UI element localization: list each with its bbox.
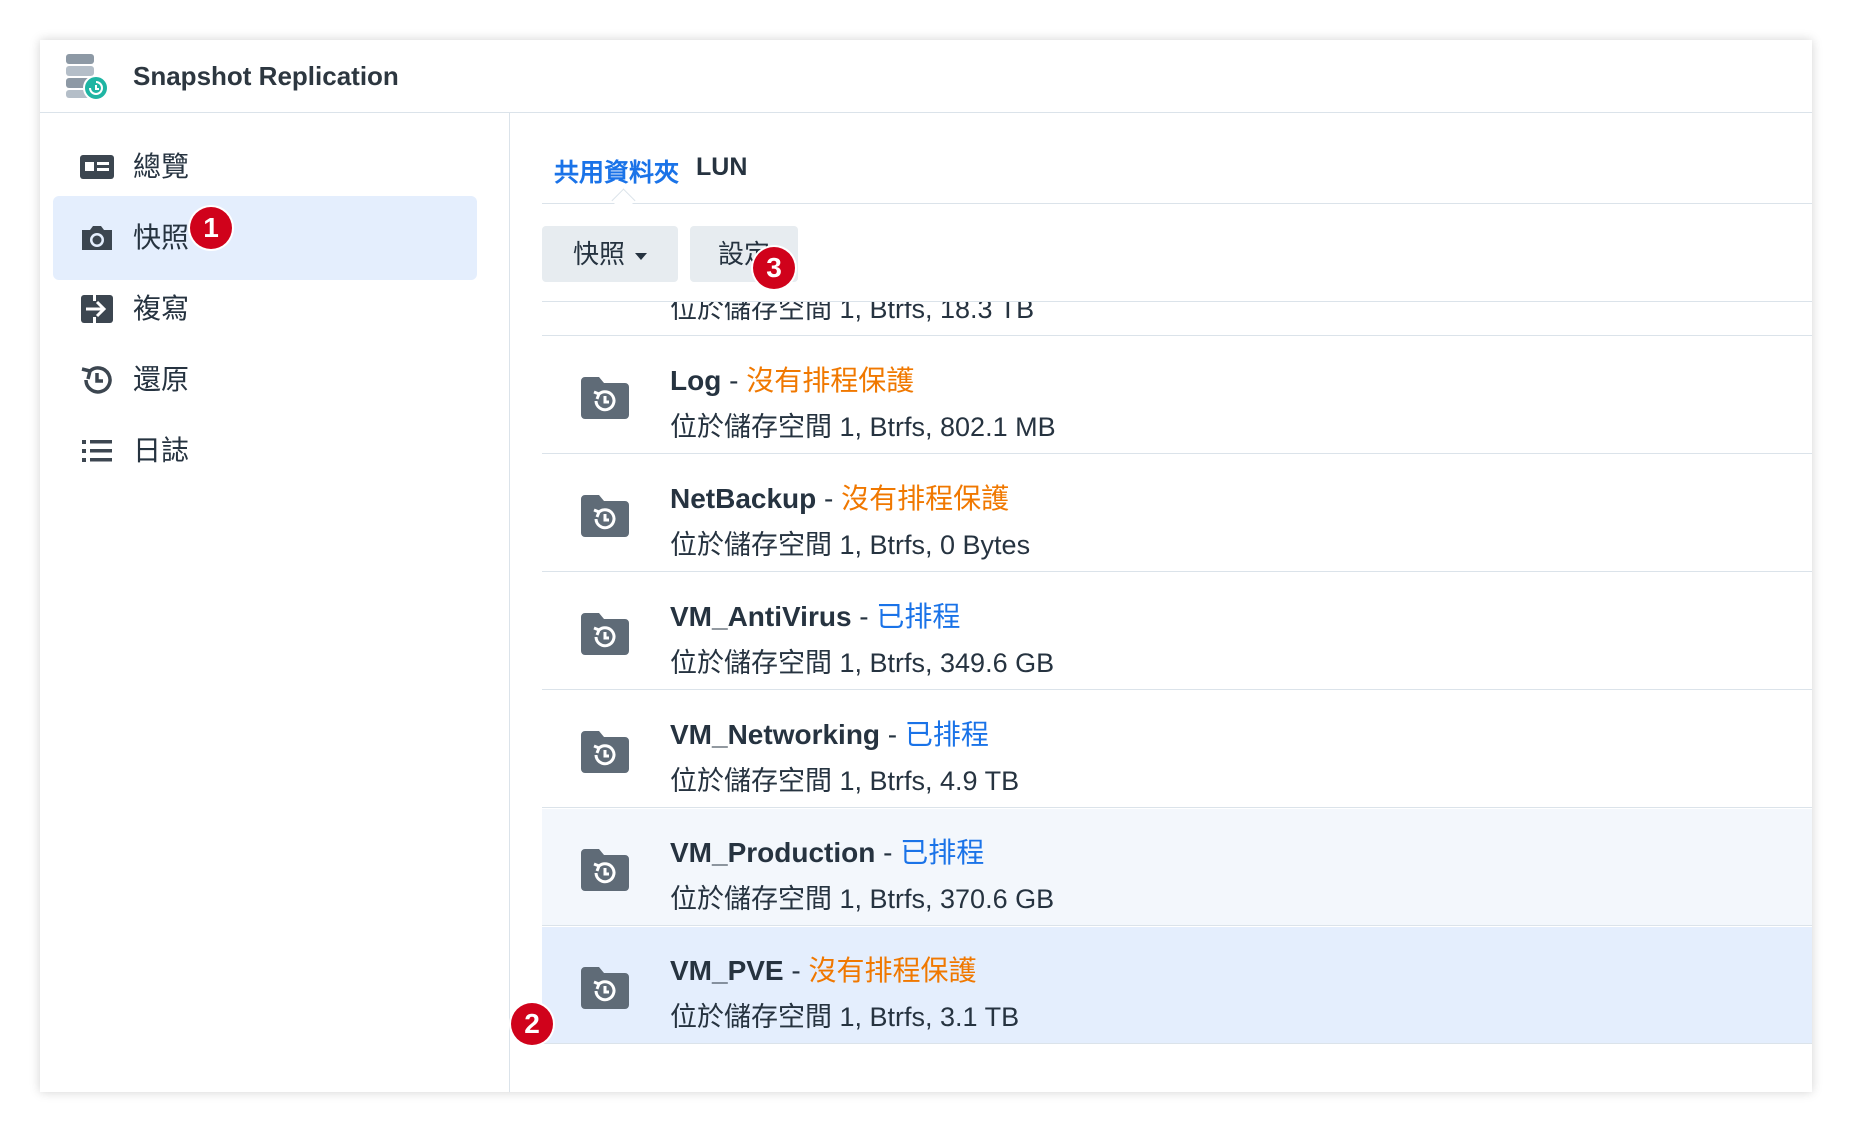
- folder-description: 位於儲存空間 1, Btrfs, 0 Bytes: [670, 530, 1031, 560]
- main-panel: 共用資料夾 LUN 快照 設定 FortiSIEMData - 沒有排程保護位於…: [511, 113, 1812, 1092]
- shared-folder-row[interactable]: VM_PVE - 沒有排程保護位於儲存空間 1, Btrfs, 3.1 TB: [542, 927, 1812, 1044]
- separator: -: [816, 483, 842, 514]
- folder-description: 位於儲存空間 1, Btrfs, 4.9 TB: [670, 766, 1020, 796]
- folder-name: VM_Production: [670, 837, 876, 868]
- app-window: Snapshot Replication 總覽 快照 複寫 還原 日誌 1 共用…: [40, 40, 1812, 1092]
- camera-icon: [82, 226, 112, 250]
- folder-description: 位於儲存空間 1, Btrfs, 370.6 GB: [670, 884, 1055, 914]
- shared-folder-row[interactable]: VM_AntiVirus - 已排程位於儲存空間 1, Btrfs, 349.6…: [542, 573, 1812, 690]
- protection-status: 已排程: [904, 719, 989, 750]
- folder-description: 位於儲存空間 1, Btrfs, 802.1 MB: [670, 412, 1056, 442]
- folder-snapshot-icon: [581, 731, 629, 773]
- sidebar-item-label: 日誌: [133, 435, 190, 466]
- tab-shared-folder[interactable]: 共用資料夾: [554, 153, 679, 189]
- title-bar: Snapshot Replication: [40, 40, 1812, 113]
- shared-folder-row[interactable]: FortiSIEMData - 沒有排程保護位於儲存空間 1, Btrfs, 1…: [542, 302, 1812, 336]
- folder-name: VM_AntiVirus: [670, 601, 852, 632]
- sidebar: 總覽 快照 複寫 還原 日誌 1: [40, 113, 510, 1092]
- shared-folder-row[interactable]: NetBackup - 沒有排程保護位於儲存空間 1, Btrfs, 0 Byt…: [542, 455, 1812, 572]
- sidebar-item-log[interactable]: 日誌: [53, 409, 477, 493]
- shared-folder-row[interactable]: Log - 沒有排程保護位於儲存空間 1, Btrfs, 802.1 MB: [542, 337, 1812, 454]
- protection-status: 已排程: [876, 601, 961, 632]
- separator: -: [851, 601, 877, 632]
- folder-name-line: VM_PVE - 沒有排程保護: [670, 949, 977, 989]
- toolbar: 快照 設定: [542, 203, 1812, 302]
- snapshot-dropdown-button[interactable]: 快照: [542, 226, 678, 282]
- protection-status: 沒有排程保護: [808, 955, 977, 986]
- snapshot-replication-app-icon: [66, 54, 109, 101]
- folder-name-line: NetBackup - 沒有排程保護: [670, 477, 1009, 517]
- folder-name-line: VM_AntiVirus - 已排程: [670, 595, 960, 635]
- protection-status: 沒有排程保護: [841, 483, 1010, 514]
- separator: -: [875, 837, 901, 868]
- caret-down-icon: [635, 252, 647, 260]
- folder-description: 位於儲存空間 1, Btrfs, 349.6 GB: [670, 648, 1055, 678]
- folder-description: 位於儲存空間 1, Btrfs, 3.1 TB: [670, 1002, 1020, 1032]
- tab-bar: 共用資料夾 LUN: [542, 113, 1812, 213]
- protection-status: 沒有排程保護: [746, 365, 915, 396]
- protection-status: 已排程: [900, 837, 985, 868]
- separator: -: [783, 955, 809, 986]
- folder-name: VM_Networking: [670, 719, 881, 750]
- log-list-icon: [82, 440, 112, 462]
- tab-lun[interactable]: LUN: [696, 153, 747, 182]
- folder-snapshot-icon: [581, 849, 629, 891]
- replication-icon: [81, 295, 113, 323]
- annotation-badge-3: 3: [753, 247, 795, 289]
- folder-name-line: VM_Networking - 已排程: [670, 713, 989, 753]
- folder-snapshot-icon: [579, 302, 631, 303]
- folder-name: VM_PVE: [670, 955, 784, 986]
- separator: -: [721, 365, 747, 396]
- shared-folder-list: FortiSIEMData - 沒有排程保護位於儲存空間 1, Btrfs, 1…: [542, 302, 1812, 1092]
- folder-name: Log: [670, 365, 722, 396]
- folder-description: 位於儲存空間 1, Btrfs, 18.3 TB: [670, 302, 1035, 324]
- folder-snapshot-icon: [581, 377, 629, 419]
- restore-icon: [81, 366, 112, 394]
- shared-folder-row[interactable]: VM_Networking - 已排程位於儲存空間 1, Btrfs, 4.9 …: [542, 691, 1812, 808]
- folder-name: NetBackup: [670, 483, 817, 514]
- folder-snapshot-icon: [581, 495, 629, 537]
- folder-name-line: VM_Production - 已排程: [670, 831, 984, 871]
- annotation-badge-2: 2: [511, 1003, 553, 1045]
- app-title: Snapshot Replication: [133, 61, 399, 91]
- snapshot-button-label: 快照: [572, 239, 625, 269]
- separator: -: [880, 719, 905, 750]
- overview-icon: [80, 155, 114, 179]
- shared-folder-row[interactable]: VM_Production - 已排程位於儲存空間 1, Btrfs, 370.…: [542, 809, 1812, 926]
- folder-name-line: Log - 沒有排程保護: [670, 359, 914, 399]
- folder-snapshot-icon: [581, 967, 629, 1009]
- folder-snapshot-icon: [581, 613, 629, 655]
- annotation-badge-1: 1: [190, 207, 232, 249]
